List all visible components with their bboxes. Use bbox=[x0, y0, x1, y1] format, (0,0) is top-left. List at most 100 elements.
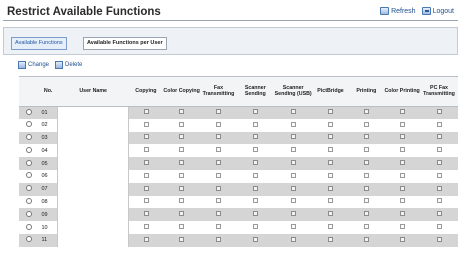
row-select-radio[interactable] bbox=[25, 108, 32, 115]
function-checkbox[interactable] bbox=[252, 236, 258, 242]
row-select-radio[interactable] bbox=[25, 210, 32, 217]
function-checkbox[interactable] bbox=[215, 109, 221, 115]
function-checkbox[interactable] bbox=[179, 121, 185, 127]
function-checkbox[interactable] bbox=[328, 211, 334, 217]
function-checkbox[interactable] bbox=[252, 121, 258, 127]
function-checkbox[interactable] bbox=[215, 160, 221, 166]
function-checkbox[interactable] bbox=[143, 211, 149, 217]
function-checkbox[interactable] bbox=[363, 147, 369, 153]
function-checkbox[interactable] bbox=[399, 198, 405, 204]
function-checkbox[interactable] bbox=[215, 198, 221, 204]
row-select-radio[interactable] bbox=[25, 223, 32, 230]
function-checkbox[interactable] bbox=[252, 172, 258, 178]
function-checkbox[interactable] bbox=[290, 160, 296, 166]
function-checkbox[interactable] bbox=[363, 198, 369, 204]
function-checkbox[interactable] bbox=[215, 172, 221, 178]
function-checkbox[interactable] bbox=[143, 198, 149, 204]
function-checkbox[interactable] bbox=[179, 236, 185, 242]
function-checkbox[interactable] bbox=[215, 134, 221, 140]
function-checkbox[interactable] bbox=[436, 211, 442, 217]
function-checkbox[interactable] bbox=[290, 134, 296, 140]
function-checkbox[interactable] bbox=[328, 109, 334, 115]
function-checkbox[interactable] bbox=[252, 147, 258, 153]
row-select-radio[interactable] bbox=[25, 133, 32, 140]
function-checkbox[interactable] bbox=[399, 185, 405, 191]
function-checkbox[interactable] bbox=[252, 198, 258, 204]
table-row[interactable]: 11 bbox=[19, 233, 458, 247]
function-checkbox[interactable] bbox=[143, 224, 149, 230]
row-select-radio[interactable] bbox=[25, 146, 32, 153]
function-checkbox[interactable] bbox=[215, 185, 221, 191]
function-checkbox[interactable] bbox=[290, 147, 296, 153]
function-checkbox[interactable] bbox=[363, 185, 369, 191]
function-checkbox[interactable] bbox=[252, 211, 258, 217]
function-checkbox[interactable] bbox=[215, 147, 221, 153]
function-checkbox[interactable] bbox=[143, 121, 149, 127]
function-checkbox[interactable] bbox=[399, 147, 405, 153]
function-checkbox[interactable] bbox=[290, 198, 296, 204]
function-checkbox[interactable] bbox=[399, 172, 405, 178]
function-checkbox[interactable] bbox=[143, 160, 149, 166]
function-checkbox[interactable] bbox=[215, 236, 221, 242]
function-checkbox[interactable] bbox=[436, 185, 442, 191]
function-checkbox[interactable] bbox=[328, 185, 334, 191]
function-checkbox[interactable] bbox=[399, 211, 405, 217]
function-checkbox[interactable] bbox=[328, 236, 334, 242]
function-checkbox[interactable] bbox=[290, 109, 296, 115]
function-checkbox[interactable] bbox=[252, 109, 258, 115]
table-row[interactable]: 03 bbox=[19, 131, 458, 145]
table-row[interactable]: 02 bbox=[19, 118, 458, 132]
function-checkbox[interactable] bbox=[436, 236, 442, 242]
function-checkbox[interactable] bbox=[290, 211, 296, 217]
function-checkbox[interactable] bbox=[436, 134, 442, 140]
function-checkbox[interactable] bbox=[328, 198, 334, 204]
function-checkbox[interactable] bbox=[436, 224, 442, 230]
tab-available-functions-per-user[interactable]: Available Functions per User bbox=[83, 37, 167, 50]
function-checkbox[interactable] bbox=[252, 134, 258, 140]
table-row[interactable]: 07 bbox=[19, 182, 458, 196]
logout-button[interactable]: Logout bbox=[421, 7, 454, 15]
table-row[interactable]: 01 bbox=[19, 106, 458, 119]
function-checkbox[interactable] bbox=[252, 160, 258, 166]
function-checkbox[interactable] bbox=[328, 160, 334, 166]
function-checkbox[interactable] bbox=[143, 185, 149, 191]
functions-table-container[interactable]: No. User Name Copying Color Copying Fax Tran… bbox=[19, 76, 458, 268]
row-select-radio[interactable] bbox=[25, 197, 32, 204]
function-checkbox[interactable] bbox=[399, 134, 405, 140]
function-checkbox[interactable] bbox=[436, 147, 442, 153]
function-checkbox[interactable] bbox=[290, 121, 296, 127]
function-checkbox[interactable] bbox=[399, 236, 405, 242]
function-checkbox[interactable] bbox=[436, 198, 442, 204]
row-select-radio[interactable] bbox=[25, 172, 32, 179]
table-row[interactable]: 04 bbox=[19, 144, 458, 158]
function-checkbox[interactable] bbox=[179, 160, 185, 166]
delete-button[interactable]: Delete bbox=[55, 61, 82, 69]
function-checkbox[interactable] bbox=[143, 109, 149, 115]
change-button[interactable]: Change bbox=[18, 61, 49, 69]
function-checkbox[interactable] bbox=[215, 224, 221, 230]
function-checkbox[interactable] bbox=[363, 134, 369, 140]
function-checkbox[interactable] bbox=[143, 172, 149, 178]
tab-available-functions[interactable]: Available Functions bbox=[11, 37, 67, 50]
table-row[interactable]: 08 bbox=[19, 195, 458, 209]
function-checkbox[interactable] bbox=[399, 224, 405, 230]
function-checkbox[interactable] bbox=[363, 172, 369, 178]
function-checkbox[interactable] bbox=[363, 224, 369, 230]
table-row[interactable]: 09 bbox=[19, 208, 458, 222]
function-checkbox[interactable] bbox=[215, 121, 221, 127]
function-checkbox[interactable] bbox=[363, 121, 369, 127]
function-checkbox[interactable] bbox=[399, 160, 405, 166]
function-checkbox[interactable] bbox=[328, 121, 334, 127]
function-checkbox[interactable] bbox=[252, 224, 258, 230]
function-checkbox[interactable] bbox=[363, 109, 369, 115]
refresh-button[interactable]: Refresh bbox=[380, 7, 416, 15]
function-checkbox[interactable] bbox=[290, 224, 296, 230]
table-row[interactable]: 10 bbox=[19, 221, 458, 234]
function-checkbox[interactable] bbox=[328, 172, 334, 178]
function-checkbox[interactable] bbox=[290, 185, 296, 191]
function-checkbox[interactable] bbox=[143, 147, 149, 153]
row-select-radio[interactable] bbox=[25, 185, 32, 192]
function-checkbox[interactable] bbox=[363, 211, 369, 217]
function-checkbox[interactable] bbox=[328, 224, 334, 230]
row-select-radio[interactable] bbox=[25, 121, 32, 128]
